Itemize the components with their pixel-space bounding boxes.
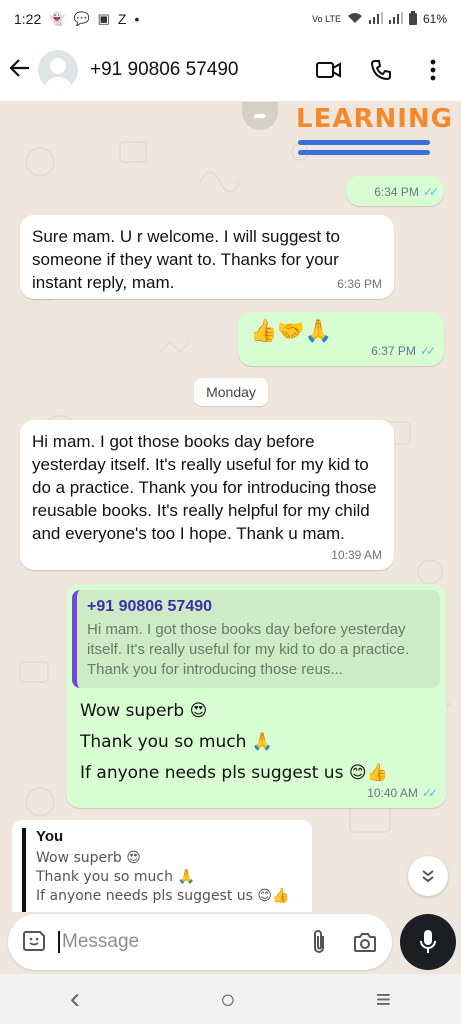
- status-bar: 1:22 👻 💬 ▣ Z • Vo LTE 61%: [0, 0, 461, 38]
- message-input[interactable]: Message: [58, 931, 286, 953]
- read-ticks-icon: ✓✓: [422, 185, 439, 199]
- forward-icon[interactable]: ➦: [242, 102, 278, 130]
- back-arrow-icon[interactable]: [9, 57, 32, 83]
- learning-underline-2: [298, 150, 430, 155]
- message-text: Hi mam. I got those books day before yes…: [32, 432, 377, 543]
- signal-icon-1: [368, 11, 383, 27]
- nav-home-icon[interactable]: ○: [220, 984, 236, 1015]
- learning-image-text: LEARNING: [296, 104, 453, 134]
- status-dot: •: [134, 11, 140, 27]
- read-ticks-icon: ✓✓: [421, 786, 438, 800]
- notification-icon: ▣: [97, 11, 110, 26]
- mic-button[interactable]: [400, 914, 456, 970]
- message-composer: Message: [8, 914, 392, 970]
- camera-icon[interactable]: [352, 929, 378, 955]
- read-ticks-icon: ✓✓: [419, 344, 436, 358]
- message-time: 6:34 PM: [374, 185, 419, 199]
- incoming-message[interactable]: Sure mam. U r welcome. I will suggest to…: [20, 215, 394, 299]
- contact-name[interactable]: +91 90806 57490: [90, 59, 238, 81]
- sticker-icon[interactable]: [22, 928, 46, 957]
- reply-line: Thank you so much 🙏: [36, 869, 195, 885]
- message-text: Sure mam. U r welcome. I will suggest to…: [32, 227, 340, 292]
- status-time: 1:22: [14, 11, 42, 27]
- message-time: 10:39 AM: [331, 548, 382, 562]
- message-time: 6:37 PM: [371, 344, 416, 358]
- outgoing-message[interactable]: +91 90806 57490 Hi mam. I got those book…: [66, 584, 446, 808]
- nav-recents-icon[interactable]: ≡: [376, 984, 391, 1015]
- video-call-icon[interactable]: [315, 56, 343, 84]
- network-label: Vo LTE: [312, 14, 341, 24]
- message-line: Thank you so much 🙏: [80, 732, 273, 752]
- wifi-icon: [347, 12, 363, 27]
- outgoing-message[interactable]: 👍🤝🙏 6:37 PM ✓✓: [238, 312, 444, 366]
- image-timestamp-bubble: 6:34 PM ✓✓: [346, 176, 444, 206]
- battery-icon: [408, 10, 417, 28]
- incoming-message[interactable]: Hi mam. I got those books day before yes…: [20, 420, 394, 570]
- avatar[interactable]: [38, 49, 78, 90]
- message-line: If anyone needs pls suggest us 😊👍: [80, 763, 388, 783]
- nav-back-icon[interactable]: ‹: [70, 982, 80, 1016]
- reply-line: Wow superb 😍: [36, 850, 141, 866]
- message-time: 6:36 PM: [337, 277, 382, 291]
- status-letter: Z: [117, 11, 127, 27]
- forwarded-image-card[interactable]: ➦ LEARNING: [238, 102, 453, 162]
- reply-preview[interactable]: You Wow superb 😍 Thank you so much 🙏 If …: [12, 820, 312, 912]
- microphone-icon: [420, 930, 436, 953]
- snapchat-icon: 👻: [49, 11, 66, 26]
- message-time: 10:40 AM: [367, 786, 418, 800]
- reply-line: If anyone needs pls suggest us 😊👍: [36, 888, 290, 904]
- quoted-message[interactable]: +91 90806 57490 Hi mam. I got those book…: [72, 590, 440, 688]
- system-nav-bar: ‹ ○ ≡: [0, 974, 461, 1024]
- learning-underline: [298, 140, 430, 145]
- quoted-text: Hi mam. I got those books day before yes…: [87, 621, 410, 678]
- reply-sender: You: [36, 828, 64, 845]
- more-options-icon[interactable]: [419, 56, 447, 84]
- chat-header: +91 90806 57490: [0, 38, 461, 102]
- signal-icon-2: [388, 11, 403, 27]
- message-line: Wow superb 😍: [80, 701, 208, 721]
- date-separator: Monday: [194, 378, 268, 406]
- chat-area[interactable]: ➦ LEARNING 6:34 PM ✓✓ Sure mam. U r welc…: [0, 102, 461, 910]
- quoted-sender: +91 90806 57490: [87, 598, 213, 615]
- attach-icon[interactable]: [306, 929, 332, 955]
- voice-call-icon[interactable]: [367, 56, 395, 84]
- scroll-down-icon[interactable]: [408, 856, 448, 896]
- message-icon: 💬: [73, 11, 90, 26]
- message-text: 👍🤝🙏: [250, 319, 333, 344]
- battery-percent: 61%: [422, 12, 447, 26]
